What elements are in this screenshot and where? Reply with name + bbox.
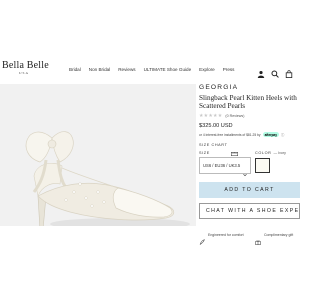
feature-strip: Engineered for comfort Complimentary gif…: [0, 226, 300, 246]
size-chart-label: SIZE CHART: [199, 143, 228, 147]
color-label-row: COLOR — Ivory: [255, 151, 286, 155]
review-summary[interactable]: ★★★★★ (0 Reviews): [199, 113, 300, 119]
product-brand: GEORGIA: [199, 84, 239, 91]
bag-icon[interactable]: [285, 65, 293, 78]
size-chart-link[interactable]: SIZE CHART: [199, 143, 238, 156]
feature-comfort-text: Engineered for comfort: [208, 233, 244, 237]
star-rating: ★★★★★: [199, 113, 223, 119]
header-icons: [257, 65, 293, 78]
nav-shoe-guide[interactable]: ULTIMATE Shoe Guide: [144, 67, 192, 72]
search-icon[interactable]: [271, 65, 279, 78]
main-nav: Bridal Non Bridal Reviews ULTIMATE Shoe …: [69, 67, 234, 72]
nav-non-bridal[interactable]: Non Bridal: [89, 67, 110, 72]
feature-comfort: Engineered for comfort: [199, 232, 244, 246]
nav-press[interactable]: Press: [223, 67, 235, 72]
shoe-illustration: [0, 84, 196, 242]
info-icon[interactable]: ⓘ: [281, 132, 284, 137]
color-value: — Ivory: [273, 151, 286, 155]
nav-reviews[interactable]: Reviews: [118, 67, 135, 72]
color-swatch-ivory[interactable]: [255, 158, 270, 173]
feature-gift-text: Complimentary gift: [264, 233, 294, 237]
product-image[interactable]: [0, 84, 196, 242]
color-label: COLOR: [255, 151, 272, 155]
product-price: $325.00 USD: [199, 123, 233, 129]
review-count: (0 Reviews): [225, 114, 245, 118]
add-to-cart-button[interactable]: ADD TO CART: [199, 182, 300, 198]
nav-explore[interactable]: Explore: [199, 67, 215, 72]
product-details: GEORGIA Slingback Pearl Kitten Heels wit…: [199, 84, 300, 138]
size-value: US6 / EU36 / UK3.5: [203, 163, 241, 168]
chevron-down-icon: [243, 164, 247, 177]
installments-text: or 4 interest-free installments of $81.2…: [199, 132, 261, 137]
product-title: Slingback Pearl Kitten Heels with Scatte…: [199, 94, 297, 110]
user-icon[interactable]: [257, 65, 265, 78]
gift-icon: [255, 232, 261, 245]
nav-bridal[interactable]: Bridal: [69, 67, 81, 72]
ruler-icon: [230, 143, 238, 156]
brand-logo[interactable]: Bella Belle USA: [2, 60, 49, 75]
size-label: SIZE: [199, 151, 210, 155]
feature-gift: Complimentary gift: [255, 232, 294, 245]
logo-name: Bella Belle: [2, 60, 49, 71]
logo-sub: USA: [18, 71, 29, 75]
feather-icon: [199, 232, 205, 246]
chat-expert-button[interactable]: CHAT WITH A SHOE EXPERT: [199, 203, 300, 219]
site-header: Bella Belle USA Bridal Non Bridal Review…: [0, 58, 300, 82]
size-select[interactable]: US6 / EU36 / UK3.5: [199, 157, 251, 177]
afterpay-badge[interactable]: afterpay: [262, 132, 279, 138]
installments-note: or 4 interest-free installments of $81.2…: [199, 132, 300, 138]
